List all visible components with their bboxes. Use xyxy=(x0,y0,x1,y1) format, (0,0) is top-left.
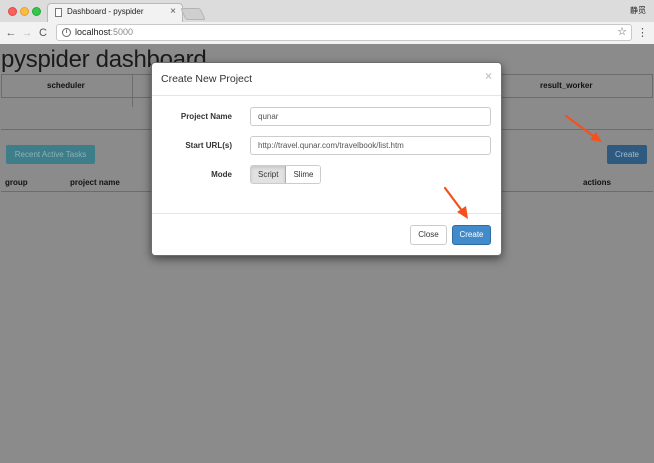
window-minimize-icon[interactable] xyxy=(20,7,29,16)
browser-tab[interactable]: Dashboard - pyspider × xyxy=(47,3,183,22)
annotation-arrow-icon xyxy=(564,114,602,142)
column-header-group[interactable]: group xyxy=(5,178,28,187)
bookmark-star-icon[interactable]: ☆ xyxy=(617,25,627,38)
modal-create-button[interactable]: Create xyxy=(452,225,491,245)
reload-icon[interactable]: C xyxy=(36,25,50,41)
tab-title: Dashboard - pyspider xyxy=(67,7,144,16)
profile-name[interactable]: 静觅 xyxy=(630,5,646,16)
mode-label: Mode xyxy=(211,170,232,179)
new-tab-button[interactable] xyxy=(180,8,206,20)
mode-option-slime[interactable]: Slime xyxy=(286,166,321,183)
url-port: :5000 xyxy=(110,27,134,37)
recent-active-tasks-button[interactable]: Recent Active Tasks xyxy=(6,145,95,164)
mode-option-script[interactable]: Script xyxy=(251,166,287,183)
modal-header-divider xyxy=(152,95,501,96)
annotation-arrow-icon xyxy=(443,186,468,219)
browser-chrome: Dashboard - pyspider × 静觅 ← → C i localh… xyxy=(0,0,654,44)
back-arrow-icon[interactable]: ← xyxy=(4,25,18,41)
forward-arrow-icon[interactable]: → xyxy=(20,25,34,41)
create-project-button[interactable]: Create xyxy=(607,145,647,164)
window-maximize-icon[interactable] xyxy=(32,7,41,16)
stat-header-scheduler: scheduler xyxy=(47,81,85,90)
info-icon[interactable]: i xyxy=(62,28,71,37)
modal-close-button[interactable]: Close xyxy=(410,225,447,245)
tab-strip: Dashboard - pyspider × 静觅 xyxy=(0,0,654,22)
modal-close-icon[interactable]: × xyxy=(485,69,492,83)
column-header-actions: actions xyxy=(583,178,612,187)
modal-title: Create New Project xyxy=(161,73,253,85)
start-url-input[interactable]: http://travel.qunar.com/travelbook/list.… xyxy=(250,136,491,155)
address-bar[interactable]: i localhost:5000 ☆ xyxy=(56,24,632,41)
url-text: localhost:5000 xyxy=(75,27,133,37)
mode-selector: Script Slime xyxy=(250,165,322,184)
url-host: localhost xyxy=(75,27,111,37)
project-name-input[interactable]: qunar xyxy=(250,107,491,126)
create-project-modal: Create New Project × Project Name qunar … xyxy=(151,62,502,256)
tab-close-icon[interactable]: × xyxy=(170,6,176,18)
browser-menu-icon[interactable]: ⋮ xyxy=(637,25,648,41)
project-name-label: Project Name xyxy=(180,112,232,121)
document-icon xyxy=(55,8,62,17)
stat-divider xyxy=(132,75,133,107)
stat-header-result-worker: result_worker xyxy=(540,81,593,90)
start-url-label: Start URL(s) xyxy=(185,141,232,150)
column-header-project-name[interactable]: project name xyxy=(70,178,120,187)
window-close-icon[interactable] xyxy=(8,7,17,16)
browser-toolbar: ← → C i localhost:5000 ☆ ⋮ xyxy=(0,22,654,44)
